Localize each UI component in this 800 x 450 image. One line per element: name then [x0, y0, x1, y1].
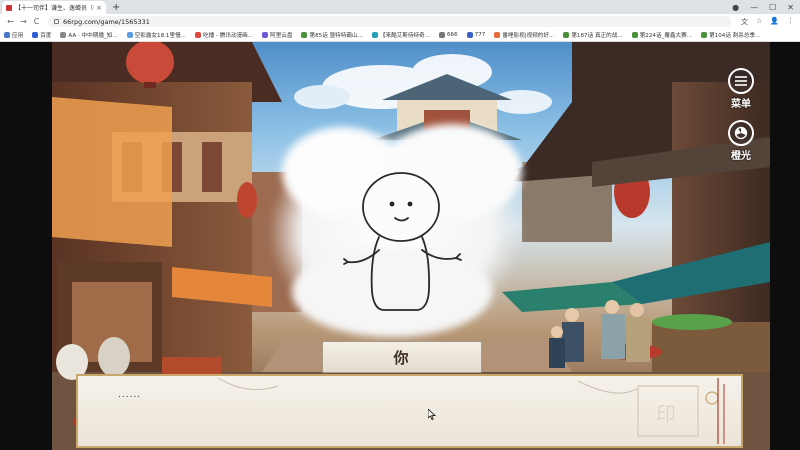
bookmark-item[interactable]: 空影露女18.1里慢... [126, 31, 187, 39]
tab-close-icon[interactable]: × [96, 4, 102, 12]
dialog-text: ...... [118, 390, 142, 400]
bookmark-favicon-icon [494, 32, 501, 38]
bookmark-item[interactable]: 第224话_覆鑫大赛... [631, 31, 693, 39]
bookmark-favicon-icon [195, 32, 202, 38]
window-controls: ● — ☐ ✕ [732, 0, 794, 14]
bookmark-favicon-icon [301, 32, 308, 38]
speaker-name-plate: 你 [322, 341, 482, 373]
bookmark-label: 第104话 刺杀总季... [709, 33, 761, 39]
dialog-decoration: 印 [217, 377, 725, 444]
minimize-button[interactable]: — [750, 3, 758, 12]
bookmark-favicon-icon [701, 32, 708, 38]
close-window-button[interactable]: ✕ [787, 3, 794, 12]
reload-button[interactable]: C [30, 17, 43, 26]
bookmark-label: AA · 中中期播_知... [68, 33, 118, 39]
bookmark-favicon-icon [60, 32, 67, 38]
tab-title: 【十一司伴】谦生、逸蝉员（有） [15, 5, 94, 12]
maximize-button[interactable]: ☐ [769, 3, 776, 12]
tab-strip: 【十一司伴】谦生、逸蝉员（有） × + ● — ☐ ✕ [0, 0, 800, 14]
address-bar[interactable]: 66rpg.com/game/1565331 [48, 16, 731, 27]
bookmark-favicon-icon [371, 32, 378, 38]
bookmark-item[interactable]: 第104话 刺杀总季... [701, 31, 760, 39]
bookmark-favicon-icon [563, 32, 570, 38]
svg-text:印: 印 [656, 402, 676, 426]
new-tab-button[interactable]: + [112, 1, 120, 14]
bookmark-label: 777 [474, 32, 486, 38]
bookmarks-bar: 应用 百度 AA · 中中期播_知... 空影露女18.1里慢... 吃播 - 腾讯动漫… [0, 29, 800, 42]
bookmark-item[interactable]: 777 [466, 32, 486, 38]
forward-button[interactable]: → [17, 17, 30, 26]
menu-label: 菜单 [731, 99, 751, 110]
bookmark-label: 番哩影视|视频的好... [502, 33, 555, 39]
bookmark-favicon-icon [126, 32, 133, 38]
dialog-box[interactable]: 印 ...... [76, 374, 743, 448]
favicon-icon [6, 4, 12, 11]
auto-orange-button[interactable]: 橙光 [728, 120, 754, 162]
bookmark-item[interactable]: 【来酷艾斯侍特奇... [371, 31, 430, 39]
bookmark-item[interactable]: 应用 [4, 31, 23, 39]
translate-icon[interactable]: 文 [741, 17, 748, 27]
profile-icon[interactable]: 👤 [770, 17, 779, 27]
bookmark-item[interactable]: 吃播 - 腾讯动漫画... [195, 31, 253, 39]
url-text: 66rpg.com/game/1565331 [63, 17, 150, 26]
bookmark-label: 666 [446, 32, 458, 38]
bookmark-favicon-icon [4, 32, 10, 38]
browser-menu-icon[interactable]: ⋮ [787, 17, 794, 27]
bookmark-item[interactable]: 666 [438, 32, 458, 38]
bookmark-label: 第85话 暨特特霸山... [309, 33, 363, 39]
orange-light-icon [728, 120, 754, 146]
bookmark-favicon-icon [32, 32, 39, 38]
lock-icon [54, 19, 59, 24]
menu-button[interactable]: 菜单 [728, 68, 754, 110]
bookmark-label: 第187话 真正的战... [571, 33, 623, 39]
bookmark-item[interactable]: 阿里云盘 [262, 31, 292, 39]
bookmark-label: 阿里云盘 [270, 33, 293, 39]
back-button[interactable]: ← [4, 17, 17, 26]
bookmark-favicon-icon [631, 32, 638, 38]
bookmark-label: 空影露女18.1里慢... [134, 33, 187, 39]
game-viewport: 菜单 橙光 你 印 ...... [0, 42, 800, 450]
townsfolk [549, 300, 650, 368]
bookmark-label: 【来酷艾斯侍特奇... [379, 33, 430, 39]
browser-tab[interactable]: 【十一司伴】谦生、逸蝉员（有） × [2, 1, 106, 14]
bookmark-item[interactable]: 第85话 暨特特霸山... [301, 31, 363, 39]
speaker-name: 你 [393, 348, 411, 367]
menu-icon [728, 68, 754, 94]
bookmark-label: 应用 [12, 33, 24, 39]
bookmark-item[interactable]: AA · 中中期播_知... [60, 31, 118, 39]
bookmark-label: 吃播 - 腾讯动漫画... [203, 33, 254, 39]
bookmark-item[interactable]: 第187话 真正的战... [563, 31, 623, 39]
game-stage[interactable]: 菜单 橙光 你 印 ...... [52, 42, 770, 450]
record-icon[interactable]: ● [732, 3, 739, 12]
bookmark-item[interactable]: 百度 [32, 31, 51, 39]
bookmark-item[interactable]: 番哩影视|视频的好... [494, 31, 554, 39]
auto-label: 橙光 [731, 151, 751, 162]
bookmark-label: 第224话_覆鑫大赛... [639, 33, 693, 39]
mouse-cursor-icon [428, 409, 436, 420]
browser-toolbar: ← → C 66rpg.com/game/1565331 文 ☆ 👤 ⋮ [0, 14, 800, 29]
bookmark-favicon-icon [438, 32, 445, 38]
bookmark-star-icon[interactable]: ☆ [756, 17, 762, 27]
bookmark-favicon-icon [466, 32, 473, 38]
bookmark-favicon-icon [262, 32, 269, 38]
bookmark-label: 百度 [40, 33, 52, 39]
